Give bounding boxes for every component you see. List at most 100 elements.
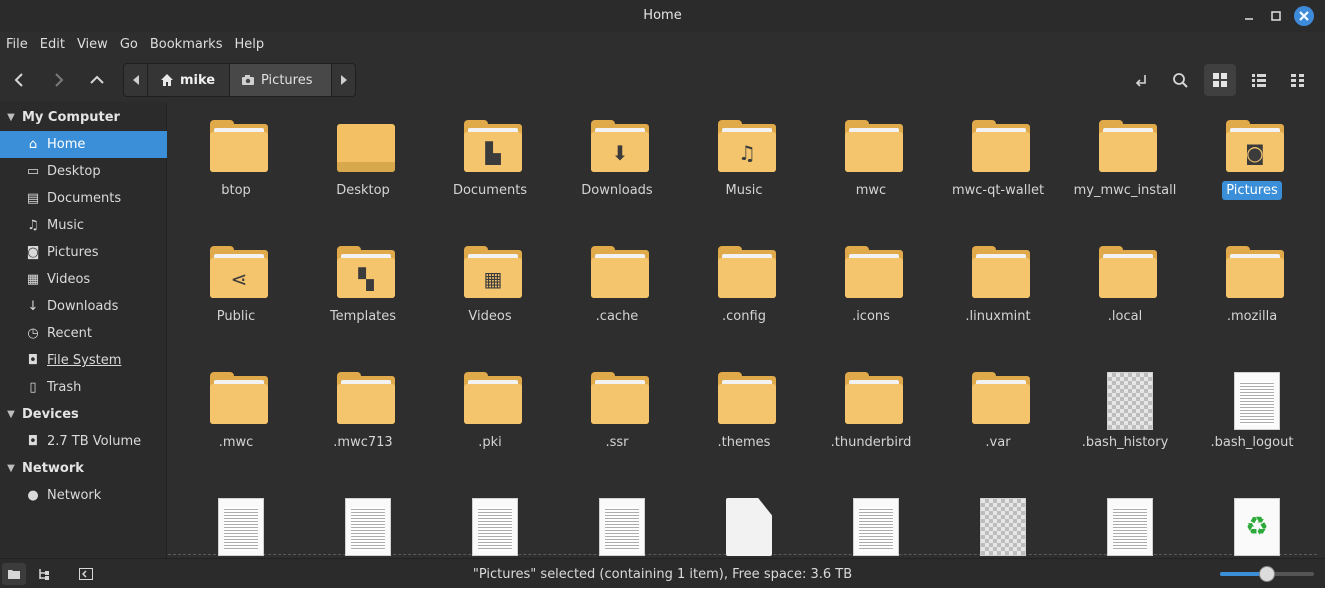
sidebar-item-trash[interactable]: ▯ Trash bbox=[0, 374, 167, 401]
sidebar-item-videos[interactable]: ▦ Videos bbox=[0, 266, 167, 293]
file-item[interactable]: .mwc713 bbox=[299, 354, 421, 474]
file-item[interactable]: .cache bbox=[553, 228, 675, 348]
file-item[interactable]: .icons bbox=[807, 228, 929, 348]
file-item[interactable] bbox=[172, 480, 294, 558]
menu-view[interactable]: View bbox=[77, 34, 108, 56]
file-item[interactable]: ♻ bbox=[1188, 480, 1310, 558]
icon-view-button[interactable] bbox=[1204, 64, 1236, 96]
menu-go[interactable]: Go bbox=[120, 34, 138, 56]
file-name: Music bbox=[725, 183, 763, 198]
file-name: Videos bbox=[468, 309, 512, 324]
clock-icon: ◷ bbox=[27, 326, 39, 341]
breadcrumb-home[interactable]: mike bbox=[148, 64, 230, 96]
file-icon bbox=[1099, 372, 1157, 430]
file-item[interactable]: .ssr bbox=[553, 354, 675, 474]
minimize-button[interactable] bbox=[1239, 6, 1259, 26]
file-icon bbox=[337, 498, 395, 556]
folder-icon bbox=[210, 372, 268, 426]
folder-graphic bbox=[591, 372, 649, 426]
maximize-button[interactable] bbox=[1266, 6, 1286, 26]
document-icon: ▤ bbox=[26, 191, 40, 206]
file-item[interactable] bbox=[934, 480, 1056, 558]
sidebar-item-pictures[interactable]: ◙ Pictures bbox=[0, 239, 167, 266]
triangle-left-icon bbox=[132, 75, 139, 85]
file-name: .themes bbox=[717, 435, 771, 450]
file-name: .local bbox=[1107, 309, 1143, 324]
file-item[interactable]: btop bbox=[172, 102, 294, 222]
file-item[interactable] bbox=[553, 480, 675, 558]
file-item[interactable]: .linuxmint bbox=[934, 228, 1056, 348]
file-item[interactable] bbox=[426, 480, 548, 558]
file-item[interactable] bbox=[1061, 480, 1183, 558]
file-item[interactable]: Desktop bbox=[299, 102, 421, 222]
file-icon bbox=[591, 498, 649, 556]
back-button[interactable] bbox=[4, 64, 36, 96]
file-item[interactable]: .bash_logout bbox=[1188, 354, 1310, 474]
search-button[interactable] bbox=[1164, 64, 1196, 96]
file-item[interactable]: .mozilla bbox=[1188, 228, 1310, 348]
file-icon bbox=[464, 498, 522, 556]
sidebar-item-home[interactable]: ⌂ Home bbox=[0, 131, 167, 158]
sidebar-item-recent[interactable]: ◷ Recent bbox=[0, 320, 167, 347]
compact-view-button[interactable] bbox=[1282, 64, 1314, 96]
folder-graphic bbox=[464, 372, 522, 426]
file-item[interactable]: .local bbox=[1061, 228, 1183, 348]
file-item[interactable]: .thunderbird bbox=[807, 354, 929, 474]
file-item[interactable]: ⬇ Downloads bbox=[553, 102, 675, 222]
file-item[interactable]: .config bbox=[680, 228, 802, 348]
zoom-slider-handle[interactable] bbox=[1259, 566, 1275, 582]
file-item[interactable]: mwc bbox=[807, 102, 929, 222]
file-item[interactable]: .mwc bbox=[172, 354, 294, 474]
sidebar-item-documents[interactable]: ▤ Documents bbox=[0, 185, 167, 212]
file-item[interactable]: ▙ Documents bbox=[426, 102, 548, 222]
menu-bookmarks[interactable]: Bookmarks bbox=[150, 34, 223, 56]
zoom-slider[interactable] bbox=[1220, 566, 1314, 582]
file-label: Public bbox=[168, 309, 306, 324]
toggle-location-entry-button[interactable] bbox=[1125, 64, 1157, 96]
sidebar-item-network[interactable]: ● Network bbox=[0, 482, 167, 509]
file-item[interactable]: ⋖ Public bbox=[172, 228, 294, 348]
breadcrumb-scroll-left[interactable] bbox=[124, 64, 148, 96]
file-item[interactable]: .var bbox=[934, 354, 1056, 474]
sidebar-item-2-7-tb-volume[interactable]: ◘ 2.7 TB Volume bbox=[0, 428, 167, 455]
list-view-button[interactable] bbox=[1243, 64, 1275, 96]
folder-icon bbox=[337, 120, 395, 174]
up-button[interactable] bbox=[81, 64, 113, 96]
file-item[interactable]: ◙ Pictures bbox=[1188, 102, 1310, 222]
sidebar-item-music[interactable]: ♫ Music bbox=[0, 212, 167, 239]
sidebar-item-desktop[interactable]: ▭ Desktop bbox=[0, 158, 167, 185]
menu-edit[interactable]: Edit bbox=[40, 34, 65, 56]
file-label: .cache bbox=[547, 309, 687, 324]
breadcrumb-pictures[interactable]: Pictures bbox=[230, 64, 331, 96]
folder-icon bbox=[591, 246, 649, 300]
file-icon bbox=[718, 498, 776, 556]
folder-icon: ▚ bbox=[337, 246, 395, 300]
sidebar-item-downloads[interactable]: ↓ Downloads bbox=[0, 293, 167, 320]
file-item[interactable]: ▚ Templates bbox=[299, 228, 421, 348]
file-item[interactable]: .bash_history bbox=[1061, 354, 1183, 474]
file-item[interactable]: mwc-qt-wallet bbox=[934, 102, 1056, 222]
file-item[interactable]: my_mwc_install bbox=[1061, 102, 1183, 222]
menu-file[interactable]: File bbox=[6, 34, 28, 56]
sidebar-section-my-computer[interactable]: ▼ My Computer bbox=[0, 104, 167, 130]
folder-front bbox=[591, 258, 649, 298]
sidebar-section-devices[interactable]: ▼ Devices bbox=[0, 401, 167, 427]
file-name: Documents bbox=[452, 183, 528, 198]
breadcrumb-scroll-right[interactable] bbox=[331, 64, 355, 96]
close-button[interactable] bbox=[1294, 6, 1314, 26]
sidebar-item-file-system[interactable]: ◘ File System bbox=[0, 347, 167, 374]
file-label: .mwc713 bbox=[293, 435, 433, 450]
sidebar-section-network[interactable]: ▼ Network bbox=[0, 455, 167, 481]
file-item[interactable] bbox=[680, 480, 802, 558]
file-item[interactable] bbox=[299, 480, 421, 558]
sidebar-item-label: Desktop bbox=[47, 164, 101, 179]
folder-icon bbox=[972, 120, 1030, 174]
file-item[interactable]: ▦ Videos bbox=[426, 228, 548, 348]
forward-button[interactable] bbox=[42, 64, 74, 96]
sidebar-section-title: Network bbox=[22, 460, 84, 476]
file-item[interactable] bbox=[807, 480, 929, 558]
file-item[interactable]: .themes bbox=[680, 354, 802, 474]
file-item[interactable]: ♫ Music bbox=[680, 102, 802, 222]
menu-help[interactable]: Help bbox=[234, 34, 264, 56]
file-item[interactable]: .pki bbox=[426, 354, 548, 474]
